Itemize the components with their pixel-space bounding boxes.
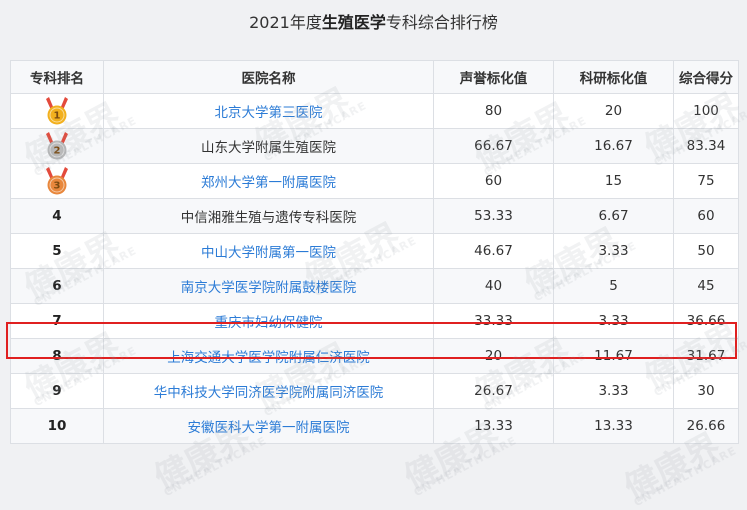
hospital-link[interactable]: 重庆市妇幼保健院	[215, 315, 323, 331]
reputation-cell: 60	[433, 163, 554, 199]
research-cell: 5	[553, 268, 674, 304]
research-cell: 3.33	[553, 233, 674, 269]
hospital-cell: 重庆市妇幼保健院	[103, 303, 434, 339]
rank-cell: 8	[10, 338, 104, 374]
table-row: 4 中信湘雅生殖与遗传专科医院 53.33 6.67 60	[10, 198, 739, 234]
hospital-link[interactable]: 郑州大学第一附属医院	[201, 175, 336, 191]
header-research: 科研标化值	[553, 60, 674, 94]
table-row: 3 郑州大学第一附属医院 60 15 75	[10, 163, 739, 199]
hospital-cell: 南京大学医学院附属鼓楼医院	[103, 268, 434, 304]
medal-bronze-icon: 3	[46, 167, 68, 195]
research-cell: 3.33	[553, 303, 674, 339]
rank-cell: 2	[10, 128, 104, 164]
table-row: 1 北京大学第三医院 80 20 100	[10, 93, 739, 129]
header-hospital: 医院名称	[103, 60, 434, 94]
rank-cell: 7	[10, 303, 104, 339]
medal-rank-text: 3	[54, 181, 61, 192]
rank-cell: 4	[10, 198, 104, 234]
header-total: 综合得分	[673, 60, 739, 94]
table-body: 1 北京大学第三医院 80 20 100 2 山东大学附属生殖医院 66.67 16.67 83.…	[10, 93, 739, 444]
research-cell: 15	[553, 163, 674, 199]
total-score-cell: 30	[673, 373, 739, 409]
reputation-cell: 53.33	[433, 198, 554, 234]
hospital-link[interactable]: 华中科技大学同济医学院附属同济医院	[154, 385, 384, 401]
table-header-row: 专科排名 医院名称 声誉标化值 科研标化值 综合得分	[10, 60, 739, 94]
total-score-cell: 45	[673, 268, 739, 304]
hospital-link[interactable]: 南京大学医学院附属鼓楼医院	[181, 280, 357, 296]
research-cell: 6.67	[553, 198, 674, 234]
table-row: 8 上海交通大学医学院附属仁济医院 20 11.67 31.67	[10, 338, 739, 374]
ranking-table: 专科排名 医院名称 声誉标化值 科研标化值 综合得分 1 北京大学第三医院 80 20…	[10, 60, 739, 444]
total-score-cell: 83.34	[673, 128, 739, 164]
total-score-cell: 50	[673, 233, 739, 269]
table-row: 10 安徽医科大学第一附属医院 13.33 13.33 26.66	[10, 408, 739, 444]
hospital-link[interactable]: 北京大学第三医院	[215, 105, 323, 121]
hospital-cell: 郑州大学第一附属医院	[103, 163, 434, 199]
rank-cell: 5	[10, 233, 104, 269]
table-row: 5 中山大学附属第一医院 46.67 3.33 50	[10, 233, 739, 269]
table-row: 6 南京大学医学院附属鼓楼医院 40 5 45	[10, 268, 739, 304]
rank-cell: 10	[10, 408, 104, 444]
research-cell: 11.67	[553, 338, 674, 374]
hospital-link[interactable]: 上海交通大学医学院附属仁济医院	[167, 350, 370, 366]
hospital-name: 中信湘雅生殖与遗传专科医院	[180, 210, 357, 226]
total-score-cell: 36.66	[673, 303, 739, 339]
total-score-cell: 75	[673, 163, 739, 199]
medal-gold-icon: 1	[46, 97, 68, 125]
rank-cell: 6	[10, 268, 104, 304]
hospital-cell: 中山大学附属第一医院	[103, 233, 434, 269]
research-cell: 16.67	[553, 128, 674, 164]
total-score-cell: 60	[673, 198, 739, 234]
title-suffix: 专科综合排行榜	[385, 13, 498, 32]
hospital-cell: 北京大学第三医院	[103, 93, 434, 129]
total-score-cell: 26.66	[673, 408, 739, 444]
reputation-cell: 26.67	[433, 373, 554, 409]
table-row: 2 山东大学附属生殖医院 66.67 16.67 83.34	[10, 128, 739, 164]
reputation-cell: 80	[433, 93, 554, 129]
hospital-link[interactable]: 安徽医科大学第一附属医院	[188, 420, 350, 436]
hospital-link[interactable]: 中山大学附属第一医院	[201, 245, 336, 261]
reputation-cell: 66.67	[433, 128, 554, 164]
title-specialty: 生殖医学	[321, 13, 386, 32]
reputation-cell: 20	[433, 338, 554, 374]
reputation-cell: 40	[433, 268, 554, 304]
reputation-cell: 13.33	[433, 408, 554, 444]
hospital-cell: 安徽医科大学第一附属医院	[103, 408, 434, 444]
rank-cell: 3	[10, 163, 104, 199]
page-title: 2021年度生殖医学专科综合排行榜	[0, 0, 747, 46]
research-cell: 13.33	[553, 408, 674, 444]
total-score-cell: 100	[673, 93, 739, 129]
hospital-cell: 上海交通大学医学院附属仁济医院	[103, 338, 434, 374]
rank-cell: 1	[10, 93, 104, 129]
hospital-name: 山东大学附属生殖医院	[201, 140, 336, 156]
ranking-table-container: 专科排名 医院名称 声誉标化值 科研标化值 综合得分 1 北京大学第三医院 80 20…	[10, 60, 739, 444]
header-rank: 专科排名	[10, 60, 104, 94]
hospital-cell: 中信湘雅生殖与遗传专科医院	[103, 198, 434, 234]
medal-rank-text: 2	[54, 146, 61, 157]
reputation-cell: 33.33	[433, 303, 554, 339]
research-cell: 20	[553, 93, 674, 129]
header-reputation: 声誉标化值	[433, 60, 554, 94]
medal-rank-text: 1	[54, 111, 61, 122]
research-cell: 3.33	[553, 373, 674, 409]
reputation-cell: 46.67	[433, 233, 554, 269]
medal-silver-icon: 2	[46, 132, 68, 160]
rank-cell: 9	[10, 373, 104, 409]
hospital-cell: 华中科技大学同济医学院附属同济医院	[103, 373, 434, 409]
table-row: 9 华中科技大学同济医学院附属同济医院 26.67 3.33 30	[10, 373, 739, 409]
table-row: 7 重庆市妇幼保健院 33.33 3.33 36.66	[10, 303, 739, 339]
hospital-cell: 山东大学附属生殖医院	[103, 128, 434, 164]
watermark-subtext: CN-HEALTHCARE	[631, 443, 739, 510]
title-prefix: 2021年度	[249, 13, 322, 32]
total-score-cell: 31.67	[673, 338, 739, 374]
